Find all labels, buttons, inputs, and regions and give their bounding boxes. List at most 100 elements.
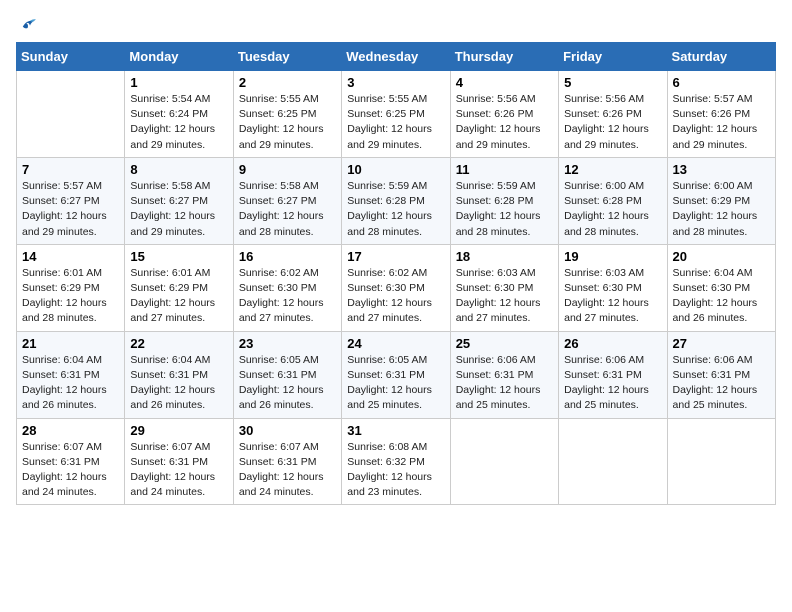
day-number: 10 xyxy=(347,162,444,177)
day-number: 9 xyxy=(239,162,336,177)
day-number: 7 xyxy=(22,162,119,177)
calendar-cell: 11 Sunrise: 5:59 AM Sunset: 6:28 PM Dayli… xyxy=(450,157,558,244)
day-info: Sunrise: 6:04 AM Sunset: 6:31 PM Dayligh… xyxy=(22,353,119,414)
day-number: 20 xyxy=(673,249,770,264)
day-number: 31 xyxy=(347,423,444,438)
calendar-cell: 31Sunrise: 6:08 AM Sunset: 6:32 PM Dayli… xyxy=(342,418,450,505)
day-info: Sunrise: 5:54 AM Sunset: 6:24 PM Dayligh… xyxy=(130,92,227,153)
header xyxy=(16,16,776,34)
calendar-cell xyxy=(450,418,558,505)
weekday-header-cell: Wednesday xyxy=(342,43,450,71)
calendar-cell: 4 Sunrise: 5:56 AM Sunset: 6:26 PM Daylig… xyxy=(450,71,558,158)
calendar-row: 14Sunrise: 6:01 AM Sunset: 6:29 PM Dayli… xyxy=(17,244,776,331)
calendar-cell xyxy=(17,71,125,158)
calendar-cell: 25 Sunrise: 6:06 AM Sunset: 6:31 PM Dayli… xyxy=(450,331,558,418)
day-info: Sunrise: 5:56 AM Sunset: 6:26 PM Dayligh… xyxy=(564,92,661,153)
day-info: Sunrise: 5:56 AM Sunset: 6:26 PM Dayligh… xyxy=(456,92,553,153)
weekday-header-cell: Friday xyxy=(559,43,667,71)
calendar-row: 28 Sunrise: 6:07 AM Sunset: 6:31 PM Dayli… xyxy=(17,418,776,505)
day-info: Sunrise: 5:58 AM Sunset: 6:27 PM Dayligh… xyxy=(239,179,336,240)
day-number: 17 xyxy=(347,249,444,264)
day-number: 2 xyxy=(239,75,336,90)
day-info: Sunrise: 6:06 AM Sunset: 6:31 PM Dayligh… xyxy=(564,353,661,414)
day-info: Sunrise: 6:00 AM Sunset: 6:28 PM Dayligh… xyxy=(564,179,661,240)
day-number: 11 xyxy=(456,162,553,177)
calendar-row: 21 Sunrise: 6:04 AM Sunset: 6:31 PM Dayli… xyxy=(17,331,776,418)
calendar-cell: 24 Sunrise: 6:05 AM Sunset: 6:31 PM Dayli… xyxy=(342,331,450,418)
day-info: Sunrise: 5:55 AM Sunset: 6:25 PM Dayligh… xyxy=(347,92,444,153)
day-number: 22 xyxy=(130,336,227,351)
calendar-cell: 9 Sunrise: 5:58 AM Sunset: 6:27 PM Daylig… xyxy=(233,157,341,244)
day-info: Sunrise: 6:02 AM Sunset: 6:30 PM Dayligh… xyxy=(347,266,444,327)
day-number: 29 xyxy=(130,423,227,438)
day-info: Sunrise: 5:58 AM Sunset: 6:27 PM Dayligh… xyxy=(130,179,227,240)
day-info: Sunrise: 6:01 AM Sunset: 6:29 PM Dayligh… xyxy=(130,266,227,327)
day-info: Sunrise: 6:07 AM Sunset: 6:31 PM Dayligh… xyxy=(22,440,119,501)
day-number: 28 xyxy=(22,423,119,438)
day-info: Sunrise: 6:04 AM Sunset: 6:31 PM Dayligh… xyxy=(130,353,227,414)
calendar-cell: 29 Sunrise: 6:07 AM Sunset: 6:31 PM Dayli… xyxy=(125,418,233,505)
weekday-header-cell: Sunday xyxy=(17,43,125,71)
day-info: Sunrise: 6:05 AM Sunset: 6:31 PM Dayligh… xyxy=(347,353,444,414)
day-info: Sunrise: 6:03 AM Sunset: 6:30 PM Dayligh… xyxy=(564,266,661,327)
weekday-header-cell: Monday xyxy=(125,43,233,71)
day-number: 8 xyxy=(130,162,227,177)
calendar-row: 1Sunrise: 5:54 AM Sunset: 6:24 PM Daylig… xyxy=(17,71,776,158)
day-info: Sunrise: 6:04 AM Sunset: 6:30 PM Dayligh… xyxy=(673,266,770,327)
calendar-cell: 28 Sunrise: 6:07 AM Sunset: 6:31 PM Dayli… xyxy=(17,418,125,505)
weekday-header-row: SundayMondayTuesdayWednesdayThursdayFrid… xyxy=(17,43,776,71)
day-number: 24 xyxy=(347,336,444,351)
calendar-cell: 1Sunrise: 5:54 AM Sunset: 6:24 PM Daylig… xyxy=(125,71,233,158)
day-number: 15 xyxy=(130,249,227,264)
weekday-header-cell: Thursday xyxy=(450,43,558,71)
day-number: 6 xyxy=(673,75,770,90)
day-info: Sunrise: 6:07 AM Sunset: 6:31 PM Dayligh… xyxy=(239,440,336,501)
day-number: 26 xyxy=(564,336,661,351)
calendar-cell: 20 Sunrise: 6:04 AM Sunset: 6:30 PM Dayli… xyxy=(667,244,775,331)
day-number: 21 xyxy=(22,336,119,351)
day-number: 4 xyxy=(456,75,553,90)
calendar-cell: 3 Sunrise: 5:55 AM Sunset: 6:25 PM Daylig… xyxy=(342,71,450,158)
calendar-cell: 17 Sunrise: 6:02 AM Sunset: 6:30 PM Dayli… xyxy=(342,244,450,331)
day-number: 18 xyxy=(456,249,553,264)
calendar-cell: 7Sunrise: 5:57 AM Sunset: 6:27 PM Daylig… xyxy=(17,157,125,244)
logo xyxy=(16,16,36,34)
calendar-cell: 27 Sunrise: 6:06 AM Sunset: 6:31 PM Dayli… xyxy=(667,331,775,418)
calendar-cell: 14Sunrise: 6:01 AM Sunset: 6:29 PM Dayli… xyxy=(17,244,125,331)
calendar-cell: 19 Sunrise: 6:03 AM Sunset: 6:30 PM Dayli… xyxy=(559,244,667,331)
day-info: Sunrise: 5:59 AM Sunset: 6:28 PM Dayligh… xyxy=(347,179,444,240)
day-info: Sunrise: 5:59 AM Sunset: 6:28 PM Dayligh… xyxy=(456,179,553,240)
logo-bird-icon xyxy=(18,16,36,34)
calendar-body: 1Sunrise: 5:54 AM Sunset: 6:24 PM Daylig… xyxy=(17,71,776,505)
day-info: Sunrise: 6:00 AM Sunset: 6:29 PM Dayligh… xyxy=(673,179,770,240)
day-info: Sunrise: 6:06 AM Sunset: 6:31 PM Dayligh… xyxy=(456,353,553,414)
day-number: 5 xyxy=(564,75,661,90)
day-number: 25 xyxy=(456,336,553,351)
day-number: 13 xyxy=(673,162,770,177)
day-number: 27 xyxy=(673,336,770,351)
day-number: 3 xyxy=(347,75,444,90)
day-info: Sunrise: 5:55 AM Sunset: 6:25 PM Dayligh… xyxy=(239,92,336,153)
calendar-cell: 2 Sunrise: 5:55 AM Sunset: 6:25 PM Daylig… xyxy=(233,71,341,158)
day-number: 19 xyxy=(564,249,661,264)
day-number: 16 xyxy=(239,249,336,264)
day-info: Sunrise: 6:01 AM Sunset: 6:29 PM Dayligh… xyxy=(22,266,119,327)
day-info: Sunrise: 6:03 AM Sunset: 6:30 PM Dayligh… xyxy=(456,266,553,327)
calendar-cell: 13 Sunrise: 6:00 AM Sunset: 6:29 PM Dayli… xyxy=(667,157,775,244)
calendar-cell xyxy=(667,418,775,505)
calendar-cell: 6Sunrise: 5:57 AM Sunset: 6:26 PM Daylig… xyxy=(667,71,775,158)
calendar-cell xyxy=(559,418,667,505)
calendar-cell: 15 Sunrise: 6:01 AM Sunset: 6:29 PM Dayli… xyxy=(125,244,233,331)
day-info: Sunrise: 6:06 AM Sunset: 6:31 PM Dayligh… xyxy=(673,353,770,414)
weekday-header-cell: Saturday xyxy=(667,43,775,71)
calendar-cell: 12Sunrise: 6:00 AM Sunset: 6:28 PM Dayli… xyxy=(559,157,667,244)
day-info: Sunrise: 6:05 AM Sunset: 6:31 PM Dayligh… xyxy=(239,353,336,414)
calendar-cell: 26 Sunrise: 6:06 AM Sunset: 6:31 PM Dayli… xyxy=(559,331,667,418)
calendar-cell: 21 Sunrise: 6:04 AM Sunset: 6:31 PM Dayli… xyxy=(17,331,125,418)
day-info: Sunrise: 6:07 AM Sunset: 6:31 PM Dayligh… xyxy=(130,440,227,501)
calendar-table: SundayMondayTuesdayWednesdayThursdayFrid… xyxy=(16,42,776,505)
calendar-cell: 16Sunrise: 6:02 AM Sunset: 6:30 PM Dayli… xyxy=(233,244,341,331)
calendar-cell: 23Sunrise: 6:05 AM Sunset: 6:31 PM Dayli… xyxy=(233,331,341,418)
weekday-header-cell: Tuesday xyxy=(233,43,341,71)
calendar-cell: 30Sunrise: 6:07 AM Sunset: 6:31 PM Dayli… xyxy=(233,418,341,505)
